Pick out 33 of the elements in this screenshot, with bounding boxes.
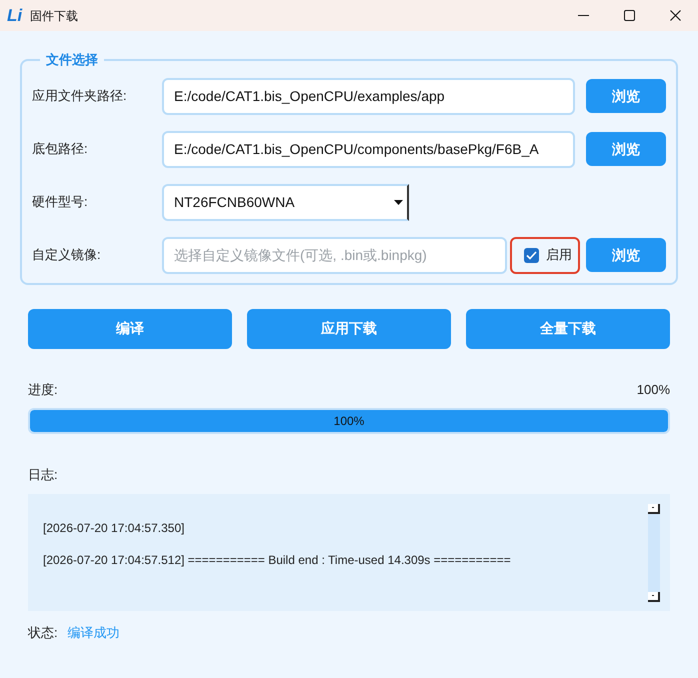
browse-button[interactable]: 浏览: [586, 238, 666, 272]
action-button[interactable]: 全量下载: [466, 308, 670, 348]
app-logo: Li: [7, 7, 24, 24]
field-label: 硬件型号:: [32, 193, 89, 212]
action-button[interactable]: 编译: [28, 308, 232, 348]
log-line: [2026-07-20 17:04:57.350]: [43, 520, 186, 536]
browse-button[interactable]: 浏览: [586, 79, 666, 113]
browse-button[interactable]: 浏览: [586, 132, 666, 166]
log-line: [2026-07-20 17:04:57.512] =========== Build end : Time-used 14.309s ===========: [43, 552, 512, 568]
maximize-icon: [624, 10, 634, 21]
scrollbar-track[interactable]: [648, 504, 660, 602]
field-label: 底包路径:: [32, 140, 89, 158]
scroll-up-button[interactable]: [648, 504, 660, 514]
group-title: 文件选择: [45, 51, 99, 69]
path-input[interactable]: E:/code/CAT1.bis_OpenCPU/components/basePkg/F6B_A: [162, 130, 575, 168]
caret-down-icon: [394, 200, 403, 204]
model-dropdown[interactable]: NT26FCNB60WNA: [162, 184, 409, 220]
log-label: 日志:: [28, 466, 59, 484]
progress-reading: 100%: [636, 380, 670, 398]
image-input[interactable]: 选择自定义镜像文件(可选, .bin或.binpkg): [162, 236, 507, 274]
status-value: 编译成功: [68, 624, 120, 642]
scroll-down-button[interactable]: [648, 592, 660, 602]
close-icon: [670, 10, 680, 21]
field-label: 自定义镜像:: [32, 246, 102, 264]
path-input[interactable]: E:/code/CAT1.bis_OpenCPU/examples/app: [162, 78, 575, 114]
minimize-icon: [578, 15, 588, 16]
progress-text: 100%: [332, 413, 366, 430]
enable-checkbox[interactable]: 启用: [510, 236, 580, 274]
progress-label: 进度:: [28, 380, 58, 398]
field-label: 应用文件夹路径:: [32, 87, 128, 106]
action-button[interactable]: 应用下载: [247, 308, 451, 348]
window-title: 固件下载: [30, 8, 78, 24]
status-label: 状态:: [28, 624, 58, 642]
